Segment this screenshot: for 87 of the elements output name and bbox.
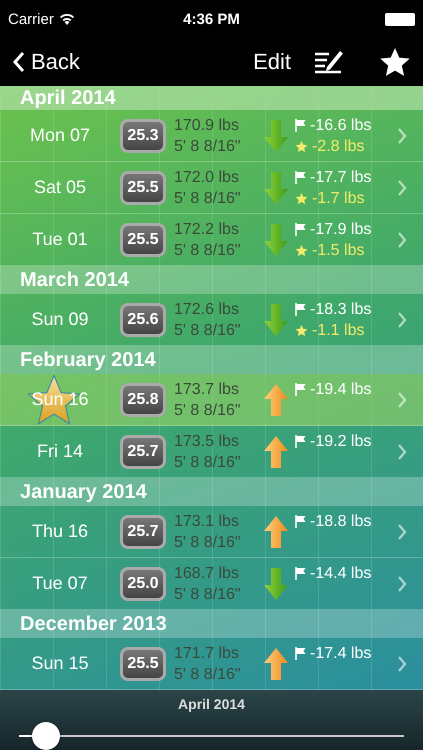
flag-icon xyxy=(295,567,306,580)
star-icon xyxy=(295,140,308,153)
weight-label: 171.7 lbs xyxy=(174,644,240,664)
slider-thumb[interactable] xyxy=(32,722,60,750)
goal-change-label: -18.3 lbs xyxy=(310,300,372,320)
clock-time: 4:36 PM xyxy=(183,10,240,28)
goal-change-label: -18.8 lbs xyxy=(310,512,372,532)
star-icon[interactable] xyxy=(379,47,411,77)
weight-label: 172.6 lbs xyxy=(174,300,240,320)
section-header: March 2014 xyxy=(0,266,423,294)
chevron-icon xyxy=(397,126,407,144)
date-label: Tue 01 xyxy=(31,229,89,250)
chevron-icon xyxy=(397,310,407,328)
date-label: Sun 09 xyxy=(30,309,90,330)
height-label: 5' 8 8/16" xyxy=(174,584,242,604)
height-label: 5' 8 8/16" xyxy=(174,400,242,420)
section-header: February 2014 xyxy=(0,346,423,374)
goal-change-label: -17.9 lbs xyxy=(310,220,372,240)
height-label: 5' 8 8/16" xyxy=(174,136,242,156)
date-label: Thu 16 xyxy=(30,521,90,542)
date-label: Sun 15 xyxy=(30,653,90,674)
timeline-slider[interactable] xyxy=(19,722,404,750)
edit-button[interactable]: Edit xyxy=(253,49,291,75)
chevron-icon xyxy=(397,574,407,592)
bmi-badge: 25.5 xyxy=(120,170,166,204)
wifi-icon xyxy=(58,13,75,25)
date-label: Fri 14 xyxy=(36,441,84,462)
date-label: Mon 07 xyxy=(28,125,92,146)
height-label: 5' 8 8/16" xyxy=(174,532,242,552)
bmi-badge: 25.6 xyxy=(120,302,166,336)
bmi-badge: 25.5 xyxy=(120,646,166,680)
weight-label: 168.7 lbs xyxy=(174,564,240,584)
weight-label: 170.9 lbs xyxy=(174,116,240,136)
weight-label: 172.2 lbs xyxy=(174,220,240,240)
bmi-badge: 25.5 xyxy=(120,222,166,256)
flag-icon xyxy=(295,223,306,236)
chevron-icon xyxy=(397,654,407,672)
chevron-icon xyxy=(397,178,407,196)
goal-change-label: -17.7 lbs xyxy=(310,168,372,188)
section-header: April 2014 xyxy=(0,86,423,110)
weight-label: 173.1 lbs xyxy=(174,512,240,532)
flag-icon xyxy=(295,303,306,316)
date-label: Sat 05 xyxy=(32,177,88,198)
goal-change-label: -19.4 lbs xyxy=(310,380,372,400)
bmi-badge: 25.7 xyxy=(120,434,166,468)
flag-icon xyxy=(295,647,306,660)
star-change-label: -2.8 lbs xyxy=(312,137,364,157)
flag-icon xyxy=(295,171,306,184)
bmi-badge: 25.3 xyxy=(120,118,166,152)
height-label: 5' 8 8/16" xyxy=(174,240,242,260)
battery-icon xyxy=(385,12,415,26)
height-label: 5' 8 8/16" xyxy=(174,320,242,340)
bmi-badge: 25.0 xyxy=(120,566,166,600)
weight-label: 173.7 lbs xyxy=(174,380,240,400)
chevron-icon xyxy=(397,442,407,460)
weight-label: 173.5 lbs xyxy=(174,432,240,452)
back-button[interactable]: Back xyxy=(12,49,80,75)
bmi-badge: 25.8 xyxy=(120,382,166,416)
flag-icon xyxy=(295,515,306,528)
star-icon xyxy=(295,244,308,257)
star-change-label: -1.1 lbs xyxy=(312,321,364,341)
weight-label: 172.0 lbs xyxy=(174,168,240,188)
timeline-label: April 2014 xyxy=(178,696,245,712)
goal-change-label: -19.2 lbs xyxy=(310,432,372,452)
flag-icon xyxy=(295,119,306,132)
goal-change-label: -14.4 lbs xyxy=(310,564,372,584)
goal-change-label: -16.6 lbs xyxy=(310,116,372,136)
star-change-label: -1.5 lbs xyxy=(312,241,364,261)
bmi-badge: 25.7 xyxy=(120,514,166,548)
carrier-label: Carrier xyxy=(8,10,54,28)
star-change-label: -1.7 lbs xyxy=(312,189,364,209)
date-label: Sun 16 xyxy=(30,389,90,410)
section-header: January 2014 xyxy=(0,478,423,506)
height-label: 5' 8 8/16" xyxy=(174,188,242,208)
section-header: December 2013 xyxy=(0,610,423,638)
flag-icon xyxy=(295,435,306,448)
star-icon xyxy=(295,324,308,337)
height-label: 5' 8 8/16" xyxy=(174,664,242,684)
date-label: Tue 07 xyxy=(31,573,89,594)
chevron-icon xyxy=(397,390,407,408)
back-chevron-icon xyxy=(12,51,25,73)
flag-icon xyxy=(295,383,306,396)
star-icon xyxy=(295,192,308,205)
height-label: 5' 8 8/16" xyxy=(174,452,242,472)
chevron-icon xyxy=(397,522,407,540)
goal-change-label: -17.4 lbs xyxy=(310,644,372,664)
chevron-icon xyxy=(397,230,407,248)
